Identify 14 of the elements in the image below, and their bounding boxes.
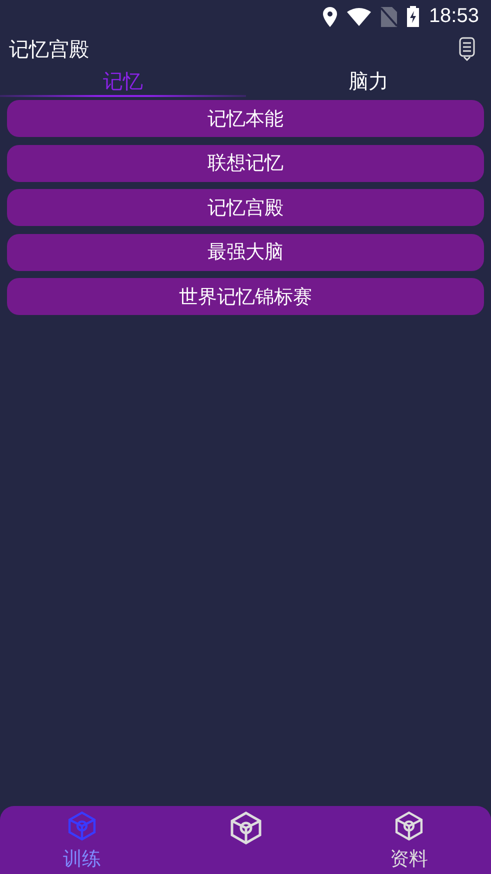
tab[interactable]: 脑力 xyxy=(246,65,491,97)
no-sim-icon xyxy=(380,6,397,26)
clock-time: 18:53 xyxy=(428,5,479,28)
wifi-icon xyxy=(346,8,371,26)
category-button[interactable]: 世界记忆锦标赛 xyxy=(7,278,484,315)
location-icon xyxy=(322,6,337,26)
category-button[interactable]: 联想记忆 xyxy=(7,144,484,182)
document-icon[interactable] xyxy=(459,37,475,61)
category-button[interactable]: 记忆本能 xyxy=(7,100,484,137)
category-button[interactable]: 记忆宫殿 xyxy=(7,189,484,226)
nav-tab[interactable]: 资料 xyxy=(327,806,491,874)
app-title: 记忆宫殿 xyxy=(9,36,89,62)
category-button[interactable]: 最强大脑 xyxy=(7,234,484,270)
battery-icon xyxy=(406,6,419,27)
